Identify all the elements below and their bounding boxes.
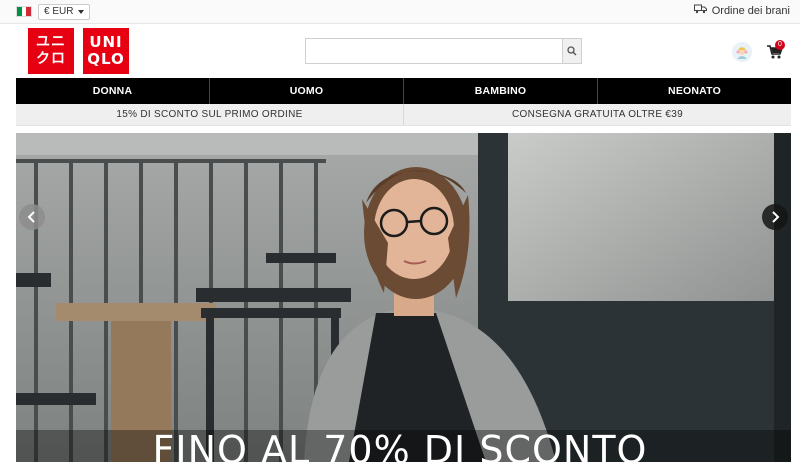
logo-jp-bottom: クロ (36, 51, 66, 67)
logo-jp-top: ユニ (36, 34, 66, 50)
search-input[interactable] (306, 39, 562, 63)
search-bar (305, 38, 582, 64)
uniqlo-logo-japanese[interactable]: ユニ クロ (28, 28, 74, 74)
currency-selector[interactable]: € EUR (38, 4, 91, 20)
top-utility-bar: € EUR Ordine dei brani (0, 0, 800, 24)
delivery-truck-icon (693, 4, 707, 17)
promo-strip: 15% DI SCONTO SUL PRIMO ORDINE CONSEGNA … (16, 104, 791, 126)
nav-item-donna[interactable]: DONNA (16, 78, 210, 104)
orders-label: Ordine dei brani (711, 4, 790, 17)
orders-link[interactable]: Ordine dei brani (693, 4, 790, 17)
uniqlo-logo[interactable]: UNI QLO (83, 28, 129, 74)
nav-item-bambino[interactable]: BAMBINO (404, 78, 598, 104)
caret-down-icon (78, 10, 85, 14)
nav-item-uomo[interactable]: UOMO (210, 78, 404, 104)
promo-free-shipping[interactable]: CONSEGNA GRATUITA OLTRE €39 (404, 104, 791, 125)
hero-banner[interactable] (16, 133, 791, 462)
carousel-next-button[interactable] (762, 204, 788, 230)
search-button[interactable] (562, 39, 581, 63)
logo-en-top: UNI (89, 33, 123, 51)
chevron-left-icon (27, 211, 35, 223)
promo-first-order[interactable]: 15% DI SCONTO SUL PRIMO ORDINE (16, 104, 404, 125)
category-nav: DONNA UOMO BAMBINO NEONATO (16, 78, 791, 104)
chevron-right-icon (772, 211, 780, 223)
nav-item-neonato[interactable]: NEONATO (598, 78, 791, 104)
hero-headline: FINO AL 70% DI SCONTO (152, 428, 648, 462)
hero-image (16, 133, 791, 462)
currency-label: € EUR (44, 6, 74, 17)
logo-en-bottom: QLO (87, 50, 125, 68)
cart-count-badge: 0 (775, 40, 785, 50)
carousel-prev-button[interactable] (19, 204, 45, 230)
search-icon (567, 46, 577, 56)
account-avatar-icon[interactable] (732, 42, 752, 62)
italy-flag-icon[interactable] (16, 6, 32, 17)
